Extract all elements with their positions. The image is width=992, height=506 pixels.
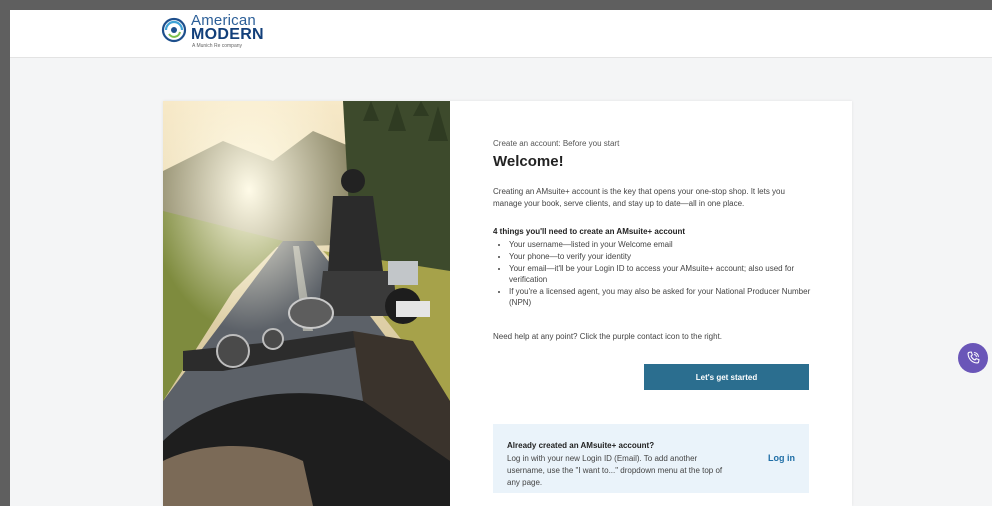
- existing-account-box: Already created an AMsuite+ account? Log…: [493, 424, 809, 493]
- logo-swirl-icon: [161, 17, 187, 43]
- contact-button[interactable]: [958, 343, 988, 373]
- list-item: Your username—listed in your Welcome ema…: [509, 239, 813, 250]
- motorcycle-illustration: [163, 101, 450, 506]
- phone-contact-icon: [967, 351, 980, 364]
- log-in-link[interactable]: Log in: [768, 453, 795, 463]
- motorcycle-photo: [163, 101, 450, 506]
- welcome-card: Create an account: Before you start Welc…: [163, 101, 852, 506]
- existing-account-text: Log in with your new Login ID (Email). T…: [507, 454, 723, 487]
- help-text: Need help at any point? Click the purple…: [493, 332, 723, 341]
- intro-text: Creating an AMsuite+ account is the key …: [493, 187, 785, 208]
- existing-account-title: Already created an AMsuite+ account?: [507, 441, 655, 450]
- requirements-list: Your username—listed in your Welcome ema…: [493, 239, 813, 309]
- get-started-button[interactable]: Let's get started: [644, 364, 809, 390]
- list-item: Your email—it'll be your Login ID to acc…: [509, 263, 813, 285]
- requirements-heading: 4 things you'll need to create an AMsuit…: [493, 227, 686, 236]
- logo-text-modern: MODERN: [191, 26, 264, 43]
- site-header: American MODERN A Munich Re company: [10, 10, 992, 58]
- page-title: Welcome!: [493, 153, 564, 170]
- step-eyebrow: Create an account: Before you start: [493, 139, 620, 148]
- american-modern-logo[interactable]: American MODERN A Munich Re company: [161, 13, 301, 53]
- logo-tagline: A Munich Re company: [192, 43, 243, 49]
- list-item: Your phone—to verify your identity: [509, 251, 813, 262]
- list-item: If you're a licensed agent, you may also…: [509, 286, 813, 308]
